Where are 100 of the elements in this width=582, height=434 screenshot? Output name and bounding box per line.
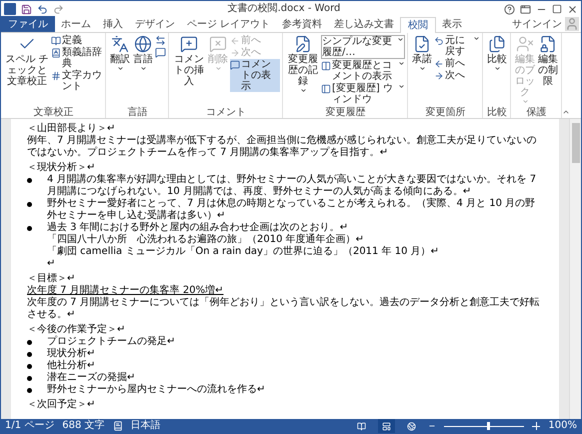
undo-icon[interactable] xyxy=(37,4,48,14)
ribbon-tab[interactable]: 校閲 xyxy=(400,17,436,33)
undo-icon xyxy=(434,36,444,46)
window-title: 文書の校閲.docx - Word xyxy=(228,3,340,15)
user-block-icon xyxy=(516,35,534,53)
ribbon-button[interactable]: 変更履歴とコメントの表示 xyxy=(321,60,405,82)
ribbon-button[interactable]: 変更履歴の記録 xyxy=(286,35,320,94)
list-item: 他社分析↵ xyxy=(47,360,96,372)
zoom-slider[interactable] xyxy=(444,422,524,430)
bullet-icon xyxy=(27,178,32,183)
ribbon-button[interactable]: スペル チェックと文章校正 xyxy=(4,35,50,87)
arrow-right-icon xyxy=(230,48,240,58)
comment-delete-icon xyxy=(209,35,227,53)
close-icon[interactable] xyxy=(567,4,578,14)
web-layout-icon xyxy=(407,422,416,430)
ribbon-button[interactable]: 承諾 xyxy=(411,35,433,72)
group-label: 文章校正 xyxy=(32,107,74,118)
group-label: 変更箇所 xyxy=(424,107,466,118)
ribbon-options-icon[interactable] xyxy=(520,4,531,14)
section-heading: ＜現状分析＞↵ xyxy=(27,162,96,174)
ribbon-button[interactable]: [変更履歴] ウィンドウ xyxy=(321,83,405,105)
caret-icon xyxy=(473,35,480,42)
document-pen-icon xyxy=(294,35,312,53)
caret-icon xyxy=(522,98,528,105)
document-check-icon xyxy=(413,35,431,53)
translate-icon xyxy=(111,35,129,53)
ribbon-button[interactable]: コメントの挿入 xyxy=(172,35,206,87)
documents-icon xyxy=(488,35,506,53)
ribbon-icon-button[interactable] xyxy=(155,35,166,46)
ribbon-tab[interactable]: 表示 xyxy=(436,16,468,32)
list-item: 潜在ニーズの発掘↵ xyxy=(47,372,136,384)
list-item: 野外セミナー愛好者にとって、7 月は休息の時期となっていることが考えられる。（実際、4 月と 10 月の野外セミナーを申し込む受講者は多い）↵ xyxy=(47,198,536,222)
ribbon-tab[interactable]: デザイン xyxy=(129,16,181,32)
list-sub-item: 「劇団 camellia ミュージカル「On a rain day」の世界に迫る」（2011 年 10 月）↵ xyxy=(46,246,440,258)
ribbon-button[interactable]: 次へ xyxy=(434,70,480,81)
ribbon-button[interactable]: 元に戻す xyxy=(434,35,480,57)
arrow-right-icon xyxy=(434,71,444,81)
view-button[interactable] xyxy=(378,419,396,433)
ribbon-tab[interactable]: 参考資料 xyxy=(276,16,328,32)
book-icon xyxy=(51,48,61,58)
read-mode-icon xyxy=(357,422,366,430)
zoom-in-icon[interactable] xyxy=(532,422,540,430)
hash-icon xyxy=(51,71,61,81)
ribbon-tab[interactable]: ページ レイアウト xyxy=(181,16,276,32)
ribbon-button[interactable]: 翻訳 xyxy=(109,35,131,72)
ribbon-tab[interactable]: ホーム xyxy=(55,16,97,32)
ribbon-button[interactable]: 文字カウント xyxy=(51,70,103,92)
bullet-icon xyxy=(27,340,32,345)
bullet-icon xyxy=(27,352,32,357)
ribbon-button[interactable]: 定義 xyxy=(51,35,103,46)
bullet-icon xyxy=(27,202,32,207)
caret-icon xyxy=(397,36,404,43)
scrollbar[interactable] xyxy=(569,119,581,419)
help-icon[interactable] xyxy=(504,4,515,14)
group-label: 保護 xyxy=(526,107,548,118)
ribbon-button[interactable]: 前へ xyxy=(434,58,480,69)
ribbon-button[interactable]: 編集の制限 xyxy=(537,35,559,87)
print-layout-icon xyxy=(382,422,392,430)
section-heading: ＜次回予定＞↵ xyxy=(27,399,96,411)
ribbon-tab[interactable]: 差し込み文書 xyxy=(328,16,400,32)
comment-plus-icon xyxy=(180,35,198,53)
page-count: 1/1 ページ xyxy=(5,420,54,432)
ribbon-button[interactable]: コメントの表示 xyxy=(230,59,280,92)
caret-icon xyxy=(398,83,405,90)
list-sub-item: 「四国八十八か所 心洗われるお遍路の旅」（2010 年度通年企画）↵ xyxy=(46,234,366,246)
ribbon-button[interactable]: 類義語辞典 xyxy=(51,47,103,69)
app-icon xyxy=(4,3,16,15)
language-label[interactable]: 日本語 xyxy=(130,420,161,432)
caret-icon xyxy=(494,65,500,72)
panel-icon xyxy=(321,84,331,94)
ribbon-icon-button[interactable] xyxy=(155,47,166,58)
proofing-icon[interactable] xyxy=(112,421,123,431)
arrow-left-icon xyxy=(230,36,240,46)
group-label: コメント xyxy=(205,107,247,118)
arrows-icon xyxy=(155,35,166,46)
list-item: 現状分析↵ xyxy=(47,348,96,360)
ribbon-button[interactable]: 比較 xyxy=(486,35,508,72)
arrow-left-icon xyxy=(434,59,444,69)
collapse-icon[interactable] xyxy=(562,108,570,116)
list-item: 野外セミナーから屋内セミナーへの流れを作る↵ xyxy=(47,384,266,396)
book-icon xyxy=(51,36,61,46)
ribbon-button[interactable]: 言語 xyxy=(132,35,154,72)
group-label: 比較 xyxy=(486,107,508,118)
file-tab[interactable]: ファイル xyxy=(1,16,55,32)
save-icon[interactable] xyxy=(21,4,32,14)
caret-icon xyxy=(398,60,405,67)
maximize-icon[interactable] xyxy=(552,4,562,14)
caret-icon xyxy=(418,65,426,72)
zoom-level[interactable]: 100% xyxy=(548,420,577,432)
document-lock-icon xyxy=(539,35,557,53)
caret-icon xyxy=(214,65,222,72)
zoom-thumb[interactable] xyxy=(487,422,490,430)
view-dropdown[interactable]: シンプルな変更履歴/… xyxy=(321,35,405,59)
sign-in-link[interactable]: サインイン xyxy=(509,17,565,32)
caret-icon xyxy=(140,65,146,72)
ribbon-tab[interactable]: 挿入 xyxy=(97,16,129,32)
redo-icon[interactable] xyxy=(53,4,64,14)
globe-icon xyxy=(134,35,152,53)
bullet-icon xyxy=(27,388,32,393)
caret-icon xyxy=(116,65,124,72)
